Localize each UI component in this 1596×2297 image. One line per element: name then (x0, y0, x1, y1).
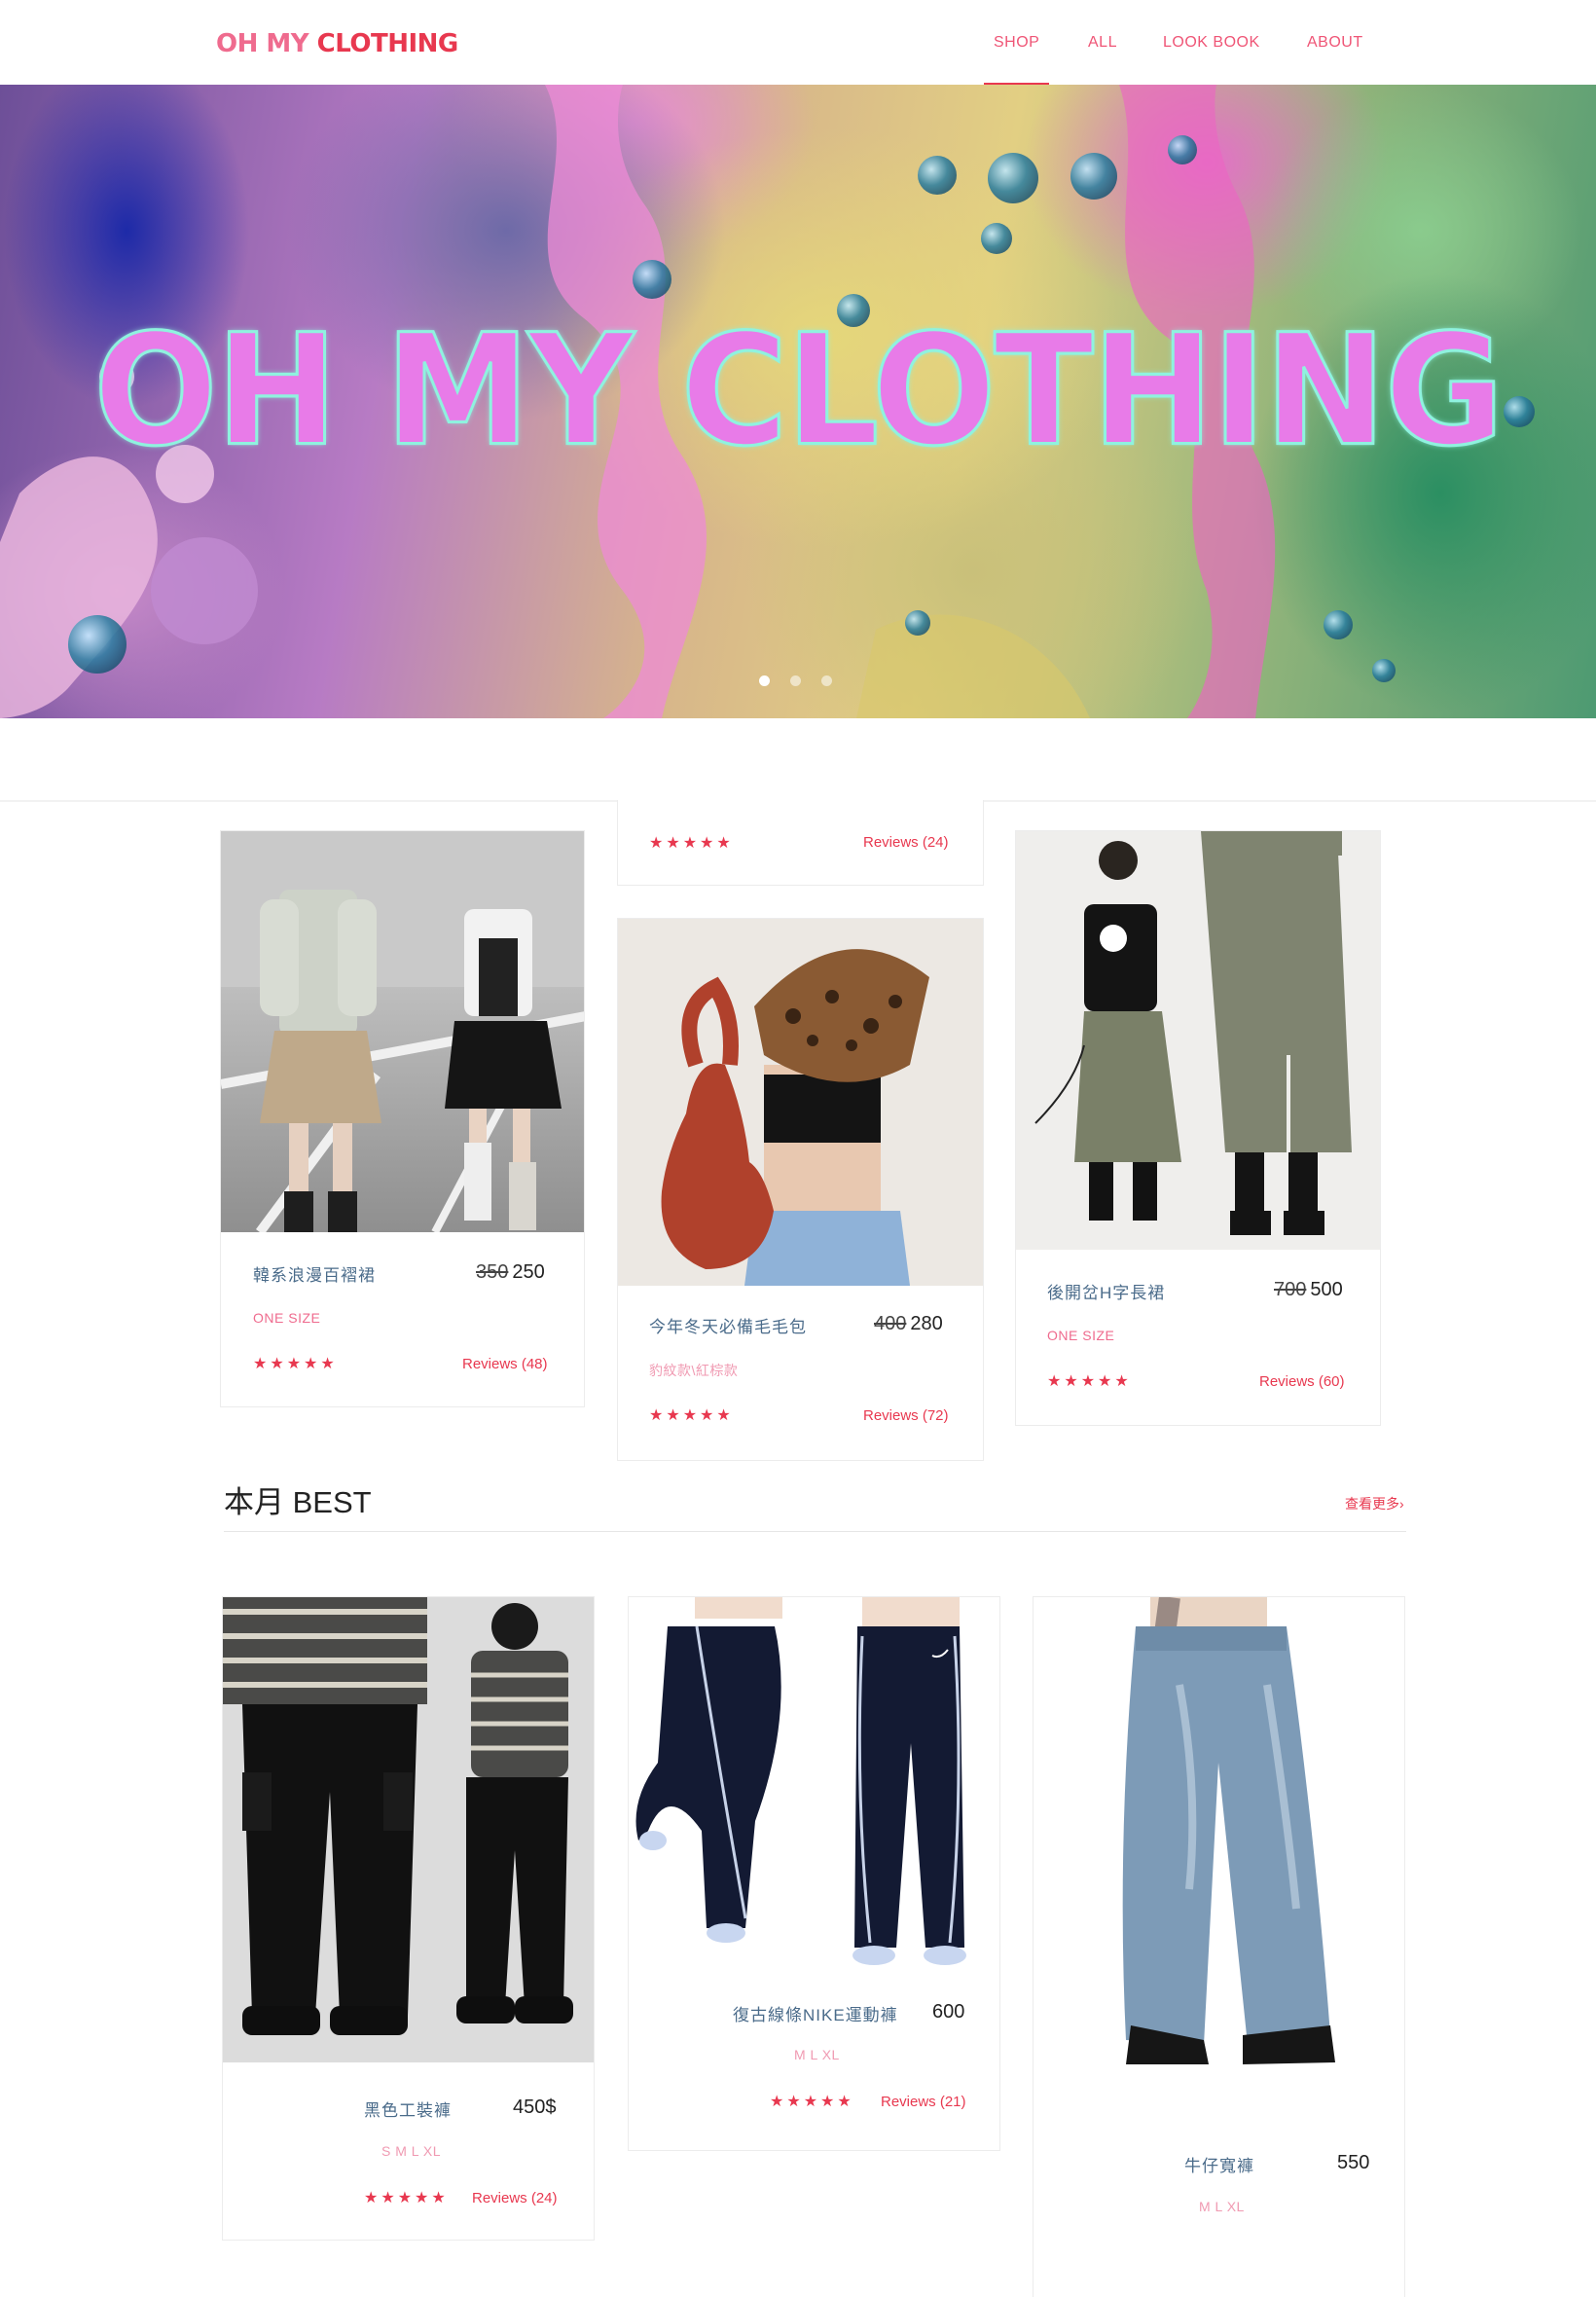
product-price: 450$ (513, 2096, 557, 2118)
product-image[interactable] (221, 831, 584, 1232)
top-navbar: OH MY CLOTHING SHOP ALL LOOK BOOK ABOUT (0, 0, 1596, 85)
best-card-denim-pants[interactable]: 牛仔寬褲 550 M L XL (1033, 1596, 1405, 2297)
logo-text-part1: OH MY (216, 29, 317, 58)
carousel-dot-2[interactable] (790, 675, 801, 686)
product-image[interactable] (629, 1597, 999, 1977)
reviews-link[interactable]: Reviews (21) (881, 2094, 966, 2110)
nav-all[interactable]: ALL (1088, 34, 1117, 52)
product-photo-art (618, 919, 983, 1286)
section-underline (224, 1531, 1406, 1532)
reviews-link[interactable]: Reviews (72) (863, 1407, 949, 1424)
product-old-price: 700 (1274, 1279, 1307, 1300)
product-photo-art (1034, 1597, 1404, 2125)
best-card-track-pants[interactable]: 復古線條NIKE運動褲 600 M L XL ★★★★★ Reviews (21… (628, 1596, 1000, 2151)
bubble (633, 260, 671, 299)
product-name[interactable]: 復古線條NIKE運動褲 (733, 2001, 898, 2025)
bubble (918, 156, 957, 195)
product-price: 350 250 (476, 1261, 545, 1284)
bubble (1168, 135, 1197, 164)
product-price: 600 (932, 2001, 965, 2023)
nav-shop[interactable]: SHOP (983, 34, 1050, 85)
product-size: S M L XL (381, 2143, 442, 2159)
reviews-link[interactable]: Reviews (60) (1259, 1373, 1345, 1390)
bubble (1324, 610, 1353, 639)
site-logo[interactable]: OH MY CLOTHING (216, 29, 458, 58)
reviews-link[interactable]: Reviews (24) (472, 2190, 558, 2206)
rating-stars: ★★★★★ (253, 1356, 338, 1372)
product-name[interactable]: 後開岔H字長裙 (1047, 1279, 1165, 1303)
product-price: 700 500 (1274, 1279, 1343, 1301)
product-price: 400 280 (874, 1313, 943, 1335)
product-new-price: 280 (910, 1313, 943, 1334)
bubble (68, 615, 127, 674)
carousel-dot-3[interactable] (821, 675, 832, 686)
product-card-partial[interactable]: ★★★★★ Reviews (24) (617, 800, 984, 886)
hero-banner[interactable]: OH MY CLOTHING (0, 85, 1596, 718)
product-photo-art (1016, 831, 1380, 1250)
product-image[interactable] (1034, 1597, 1404, 2125)
product-name[interactable]: 牛仔寬褲 (1184, 2152, 1254, 2176)
product-photo-art (629, 1597, 999, 1977)
rating-stars: ★★★★★ (649, 835, 734, 852)
product-size: ONE SIZE (253, 1310, 321, 1326)
product-new-price: 250 (512, 1261, 545, 1283)
product-size: M L XL (1199, 2199, 1245, 2214)
product-card-pleated-skirt[interactable]: 韓系浪漫百褶裙 350 250 ONE SIZE ★★★★★ Reviews (4… (220, 830, 585, 1407)
product-photo-art (223, 1597, 594, 2062)
best-card-cargo-pants[interactable]: 黑色工裝褲 450$ S M L XL ★★★★★ Reviews (24) (222, 1596, 595, 2241)
product-name[interactable]: 黑色工裝褲 (364, 2096, 452, 2121)
product-size: M L XL (794, 2047, 840, 2062)
carousel-dot-1[interactable] (759, 675, 770, 686)
bubble (988, 153, 1038, 203)
product-variant: 豹紋款\紅棕款 (649, 1363, 739, 1378)
see-more-link[interactable]: 查看更多› (1345, 1494, 1404, 1513)
product-old-price: 350 (476, 1261, 509, 1283)
bubble (905, 610, 930, 636)
logo-text-part2: CLOTHING (316, 29, 459, 58)
product-image[interactable] (223, 1597, 594, 2062)
nav-about[interactable]: ABOUT (1307, 34, 1363, 52)
rating-stars: ★★★★★ (770, 2094, 854, 2110)
product-size: ONE SIZE (1047, 1328, 1115, 1343)
product-new-price: 500 (1310, 1279, 1343, 1300)
hero-title: OH MY CLOTHING (92, 301, 1506, 482)
product-old-price: 400 (874, 1313, 907, 1334)
reviews-link[interactable]: Reviews (24) (863, 834, 949, 851)
product-card-long-skirt[interactable]: 後開岔H字長裙 700 500 ONE SIZE ★★★★★ Reviews (6… (1015, 830, 1381, 1426)
rating-stars: ★★★★★ (364, 2190, 449, 2206)
product-image[interactable] (618, 919, 983, 1286)
bubble (1070, 153, 1117, 200)
bubble (981, 223, 1012, 254)
best-section-title: 本月 BEST (224, 1485, 372, 1519)
nav-look-book[interactable]: LOOK BOOK (1163, 34, 1260, 52)
product-card-fur-bag[interactable]: 今年冬天必備毛毛包 400 280 豹紋款\紅棕款 ★★★★★ Reviews (… (617, 918, 984, 1461)
reviews-link[interactable]: Reviews (48) (462, 1356, 548, 1372)
product-name[interactable]: 今年冬天必備毛毛包 (649, 1313, 807, 1337)
product-photo-art (221, 831, 584, 1232)
rating-stars: ★★★★★ (1047, 1373, 1132, 1390)
rating-stars: ★★★★★ (649, 1407, 734, 1424)
bubble (1372, 659, 1396, 682)
product-price: 550 (1337, 2152, 1370, 2173)
product-image[interactable] (1016, 831, 1380, 1250)
product-name[interactable]: 韓系浪漫百褶裙 (253, 1261, 376, 1286)
